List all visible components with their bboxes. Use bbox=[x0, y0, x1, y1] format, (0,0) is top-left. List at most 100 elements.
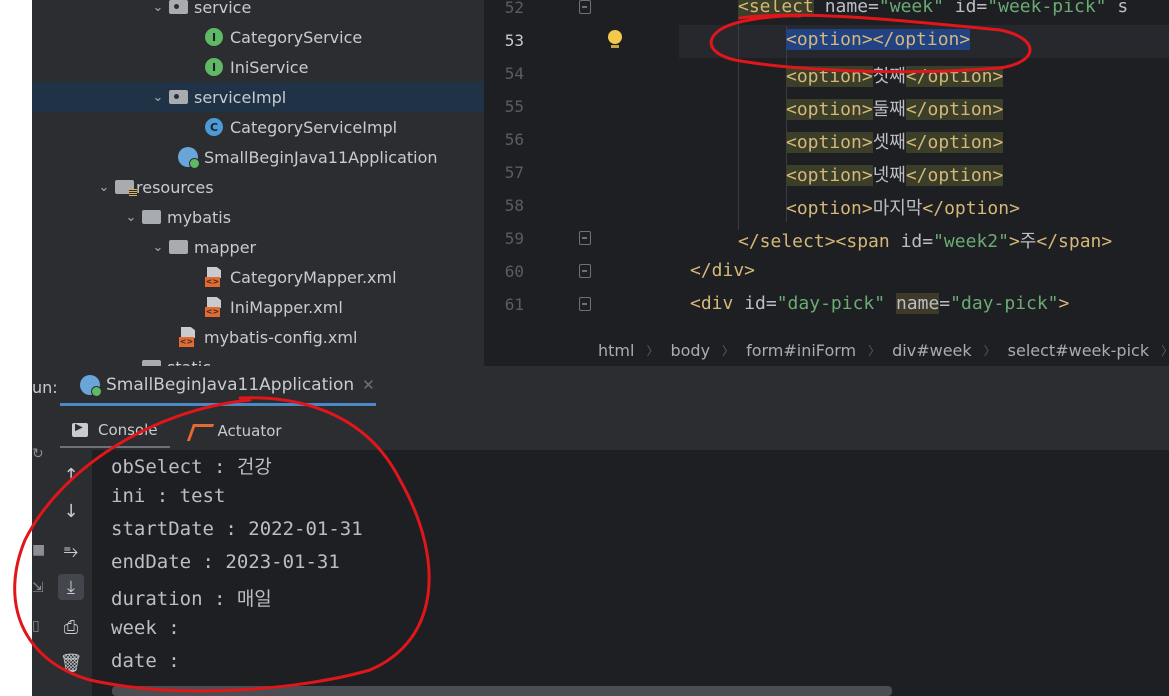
left-margin bbox=[0, 0, 32, 696]
fold-marker-icon[interactable] bbox=[579, 264, 591, 278]
editor-gutter: 52 53 54 55 56 57 58 59 60 61 bbox=[484, 0, 679, 335]
tree-item-service[interactable]: ⌄ service bbox=[32, 0, 484, 22]
chevron-right-icon: 〉 bbox=[646, 344, 659, 358]
code-line-52: <select name="week" id="week-pick" s bbox=[738, 0, 1128, 17]
folder-icon bbox=[168, 237, 188, 257]
code-line-58: <option>마지막</option> bbox=[786, 198, 1020, 219]
fold-marker-icon[interactable] bbox=[579, 0, 591, 14]
breadcrumb-item[interactable]: form#iniForm bbox=[746, 341, 856, 360]
breadcrumb-item[interactable]: select#week-pick bbox=[1008, 341, 1149, 360]
tree-item-mybatis[interactable]: ⌄ mybatis bbox=[32, 202, 484, 232]
package-folder-icon bbox=[168, 87, 188, 107]
tree-item-label: service bbox=[194, 0, 252, 17]
chevron-right-icon: 〉 bbox=[722, 344, 735, 358]
actuator-icon bbox=[188, 422, 210, 440]
tab-label: Console bbox=[98, 421, 158, 439]
spring-boot-icon bbox=[80, 374, 102, 397]
scroll-to-end-icon[interactable]: ⤓ bbox=[58, 574, 84, 600]
breadcrumb-item[interactable]: html bbox=[598, 341, 634, 360]
tree-item-inimapper[interactable]: IniMapper.xml bbox=[32, 292, 484, 322]
line-number: 53 bbox=[504, 31, 524, 50]
trash-icon[interactable]: 🗑 bbox=[58, 650, 84, 676]
tree-item-resources[interactable]: ⌄ resources bbox=[32, 172, 484, 202]
code-line-61: <div id="day-pick" name="day-pick"> bbox=[690, 293, 1070, 314]
console-scrollbar[interactable] bbox=[112, 686, 892, 696]
tree-item-iniservice[interactable]: I IniService bbox=[32, 52, 484, 82]
tree-item-mybatis-config[interactable]: mybatis-config.xml bbox=[32, 322, 484, 352]
indent-guide bbox=[738, 0, 739, 230]
chevron-right-icon: 〉 bbox=[1161, 342, 1169, 359]
line-number: 59 bbox=[504, 229, 524, 248]
line-number: 57 bbox=[504, 163, 524, 182]
project-tree: ⌄ service I CategoryService I IniService… bbox=[32, 0, 484, 366]
console-line: date : bbox=[111, 650, 180, 672]
console-output[interactable]: obSelect : 건강 ini : test startDate : 202… bbox=[92, 450, 1169, 696]
print-icon[interactable]: ⎙ bbox=[58, 614, 84, 640]
code-line-60: </div> bbox=[690, 260, 756, 281]
run-label: un: bbox=[32, 378, 58, 397]
tree-item-categorymapper[interactable]: CategoryMapper.xml bbox=[32, 262, 484, 292]
lightbulb-icon[interactable] bbox=[608, 30, 622, 50]
chevron-right-icon: 〉 bbox=[983, 344, 996, 358]
arrow-down-icon[interactable]: ↓ bbox=[58, 498, 84, 524]
stop-icon[interactable]: ■ bbox=[32, 542, 45, 560]
tree-item-mapper[interactable]: ⌄ mapper bbox=[32, 232, 484, 262]
chevron-down-icon[interactable]: ⌄ bbox=[121, 210, 141, 225]
run-subtabs: Console Actuator bbox=[60, 414, 300, 448]
arrow-up-icon[interactable]: ↑ bbox=[58, 462, 84, 488]
fold-marker-icon[interactable] bbox=[579, 297, 591, 311]
console-line: obSelect : 건강 bbox=[111, 456, 272, 478]
code-line-59: </select><span id="week2">주</span> bbox=[738, 231, 1113, 252]
chevron-down-icon[interactable]: ⌄ bbox=[148, 90, 168, 105]
code-editor[interactable]: 52 53 54 55 56 57 58 59 60 61 <select na… bbox=[484, 0, 1169, 366]
run-panel: un: SmallBeginJava11Application ✕ Consol… bbox=[32, 366, 1169, 696]
console-toolbar: ↻ ■ ⇲ ▯ ↑ ↓ ⥱ ⤓ ⎙ 🗑 bbox=[32, 446, 92, 696]
xml-file-icon bbox=[204, 267, 224, 287]
tree-item-static[interactable]: ⌄ static bbox=[32, 352, 484, 366]
fold-marker-icon[interactable] bbox=[579, 231, 591, 245]
code-line-55: <option>둘째</option> bbox=[786, 99, 1004, 120]
indent-guide bbox=[786, 26, 787, 222]
breadcrumb-item[interactable]: div#week bbox=[892, 341, 972, 360]
tab-label: Actuator bbox=[217, 422, 282, 440]
close-icon[interactable]: ✕ bbox=[362, 376, 375, 394]
console-line: ini : test bbox=[111, 485, 226, 507]
tree-item-label: SmallBeginJava11Application bbox=[204, 147, 438, 167]
rerun-icon[interactable]: ↻ bbox=[32, 446, 44, 464]
tree-item-application[interactable]: SmallBeginJava11Application bbox=[32, 142, 484, 172]
spring-boot-icon bbox=[178, 147, 200, 169]
tree-item-label: IniMapper.xml bbox=[230, 297, 343, 317]
code-line-57: <option>넷째</option> bbox=[786, 165, 1004, 186]
run-tab-title: SmallBeginJava11Application bbox=[106, 374, 355, 395]
chevron-right-icon: 〉 bbox=[868, 344, 881, 358]
code-line-56: <option>셋째</option> bbox=[786, 132, 1004, 153]
tree-item-label: CategoryServiceImpl bbox=[230, 117, 398, 137]
folder-icon bbox=[141, 207, 161, 227]
line-number: 60 bbox=[504, 262, 524, 281]
package-folder-icon bbox=[168, 0, 188, 17]
code-line-53: <option></option> bbox=[786, 29, 971, 50]
soft-wrap-icon[interactable]: ⥱ bbox=[58, 538, 84, 564]
console-line: startDate : 2022-01-31 bbox=[111, 518, 363, 540]
tree-item-label: CategoryService bbox=[230, 27, 363, 47]
breadcrumb-item[interactable]: body bbox=[670, 341, 710, 360]
tree-item-label: CategoryMapper.xml bbox=[230, 267, 397, 287]
console-line: endDate : 2023-01-31 bbox=[111, 551, 340, 573]
run-config-tab[interactable]: SmallBeginJava11Application ✕ bbox=[60, 366, 376, 406]
line-number: 55 bbox=[504, 97, 524, 116]
pin-icon[interactable]: ▯ bbox=[32, 618, 44, 636]
chevron-down-icon[interactable]: ⌄ bbox=[94, 180, 114, 195]
line-number: 61 bbox=[504, 295, 524, 314]
console-icon bbox=[72, 422, 88, 437]
tab-actuator[interactable]: Actuator bbox=[176, 414, 294, 448]
tree-item-label: static bbox=[167, 358, 211, 367]
tree-item-serviceimpl[interactable]: ⌄ serviceImpl bbox=[32, 82, 484, 112]
chevron-down-icon[interactable]: ⌄ bbox=[148, 240, 168, 255]
line-number: 54 bbox=[504, 64, 524, 83]
tree-item-categoryserviceimpl[interactable]: C CategoryServiceImpl bbox=[32, 112, 484, 142]
tree-item-categoryservice[interactable]: I CategoryService bbox=[32, 22, 484, 52]
tab-console[interactable]: Console bbox=[60, 414, 170, 448]
restore-layout-icon[interactable]: ⇲ bbox=[32, 580, 44, 598]
line-number: 52 bbox=[504, 0, 524, 17]
chevron-down-icon[interactable]: ⌄ bbox=[148, 0, 168, 15]
